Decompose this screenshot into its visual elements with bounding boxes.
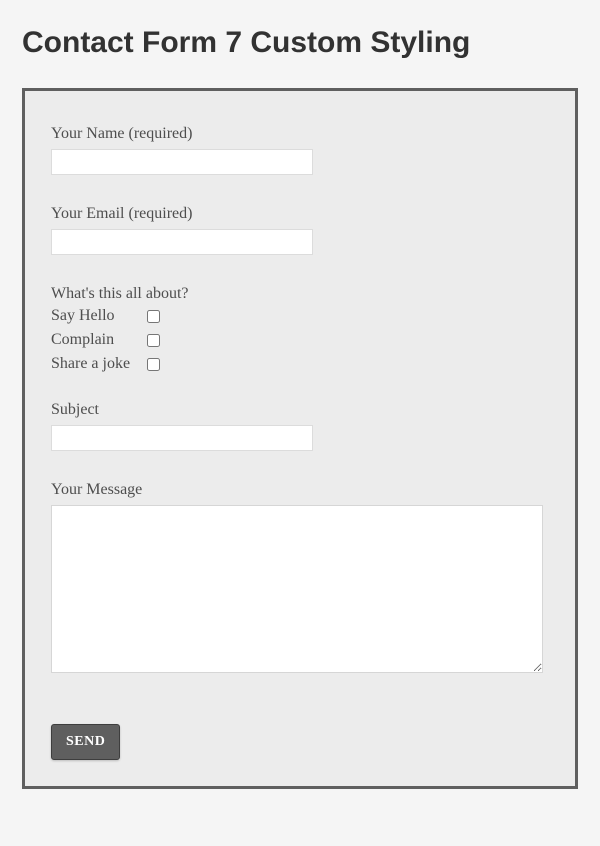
share-joke-checkbox[interactable]	[147, 358, 160, 371]
checkbox-label: Say Hello	[51, 307, 147, 325]
name-field-group: Your Name (required)	[51, 125, 549, 175]
message-textarea[interactable]	[51, 505, 543, 673]
email-field-group: Your Email (required)	[51, 205, 549, 255]
subject-input[interactable]	[51, 425, 313, 451]
checkbox-label: Share a joke	[51, 355, 147, 373]
checkbox-row-say-hello: Say Hello	[51, 307, 549, 325]
email-label: Your Email (required)	[51, 205, 549, 223]
message-label: Your Message	[51, 481, 549, 499]
checkbox-row-complain: Complain	[51, 331, 549, 349]
subject-field-group: Subject	[51, 401, 549, 451]
name-label: Your Name (required)	[51, 125, 549, 143]
checkbox-row-share-joke: Share a joke	[51, 355, 549, 373]
subject-label: Subject	[51, 401, 549, 419]
contact-form: Your Name (required) Your Email (require…	[22, 88, 578, 789]
complain-checkbox[interactable]	[147, 334, 160, 347]
page-title: Contact Form 7 Custom Styling	[22, 26, 578, 60]
message-field-group: Your Message	[51, 481, 549, 678]
about-heading: What's this all about?	[51, 285, 549, 303]
about-checkbox-group: What's this all about? Say Hello Complai…	[51, 285, 549, 373]
send-button[interactable]: SEND	[51, 724, 120, 760]
name-input[interactable]	[51, 149, 313, 175]
checkbox-label: Complain	[51, 331, 147, 349]
email-input[interactable]	[51, 229, 313, 255]
say-hello-checkbox[interactable]	[147, 310, 160, 323]
